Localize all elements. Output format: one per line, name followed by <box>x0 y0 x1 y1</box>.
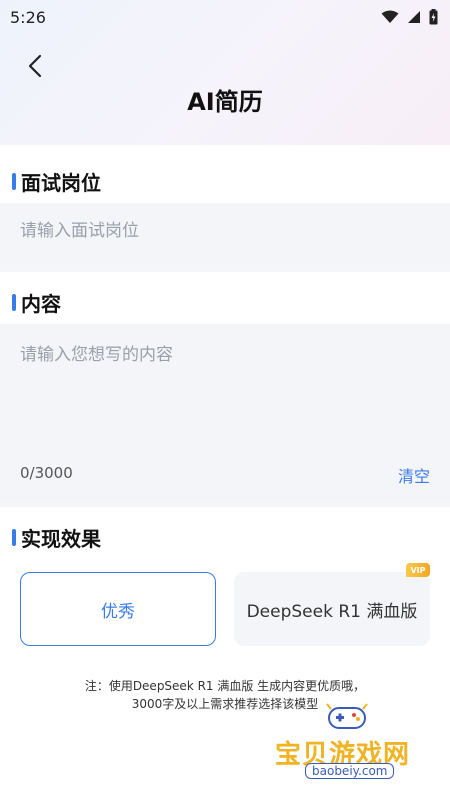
effect-section-title: 实现效果 <box>12 523 101 552</box>
option-excellent[interactable]: 优秀 <box>20 572 216 646</box>
content-textarea-box: 0/3000 清空 <box>0 324 450 500</box>
accent-bar <box>12 529 16 546</box>
gamepad-icon <box>326 703 368 729</box>
content-section: 内容 0/3000 清空 <box>0 272 450 500</box>
page-title: AI简历 <box>187 88 263 116</box>
vip-badge: VIP <box>406 563 430 577</box>
option-deepseek[interactable]: DeepSeek R1 满血版 VIP <box>234 563 430 646</box>
position-title-text: 面试岗位 <box>21 171 101 195</box>
wifi-icon <box>381 10 399 23</box>
char-counter: 0/3000 <box>20 464 73 482</box>
content-section-title: 内容 <box>12 288 61 317</box>
content-textarea[interactable] <box>20 340 430 440</box>
accent-bar <box>12 173 16 190</box>
back-button[interactable] <box>20 50 50 82</box>
status-time: 5:26 <box>10 7 46 27</box>
watermark-url: baobeiy.com <box>305 763 395 779</box>
option-deepseek-label: DeepSeek R1 满血版 <box>246 601 418 622</box>
position-input-box <box>0 203 450 265</box>
status-bar: 5:26 <box>0 0 450 34</box>
accent-bar <box>12 294 16 311</box>
position-input[interactable] <box>20 221 430 241</box>
signal-icon <box>408 11 420 23</box>
clear-button[interactable]: 清空 <box>398 463 430 487</box>
effect-title-text: 实现效果 <box>21 527 101 551</box>
position-section-title: 面试岗位 <box>12 167 101 196</box>
content-title-text: 内容 <box>21 292 61 316</box>
position-section: 面试岗位 <box>0 145 450 265</box>
watermark: 宝贝游戏网 baobeiy.com <box>265 700 435 790</box>
battery-icon <box>429 9 438 25</box>
note-line-1: 注：使用DeepSeek R1 满血版 生成内容更优质哦， <box>84 679 366 693</box>
chevron-left-icon <box>28 54 42 78</box>
status-icons <box>381 9 438 25</box>
option-excellent-label: 优秀 <box>101 601 135 622</box>
